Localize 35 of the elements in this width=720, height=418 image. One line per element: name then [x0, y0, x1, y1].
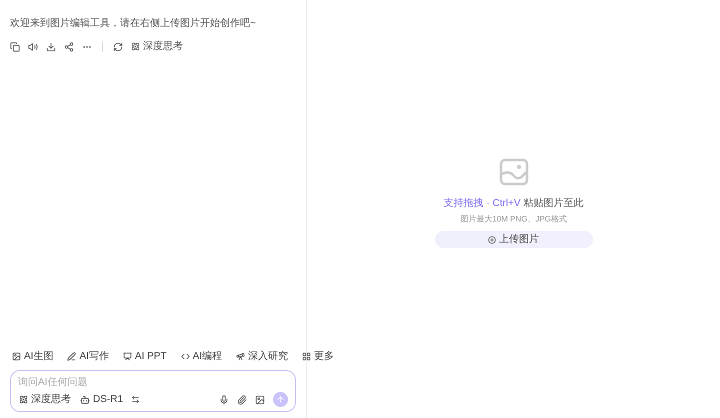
speaker-icon[interactable]	[28, 42, 38, 52]
model-selector[interactable]: DS-R1	[80, 392, 124, 407]
attach-icon[interactable]	[237, 394, 247, 404]
tool-button[interactable]: AI编程	[180, 349, 222, 364]
image-tool-icon	[12, 352, 21, 361]
research-tool-icon	[236, 352, 246, 361]
tool-button[interactable]: 更多	[302, 349, 334, 364]
tool-button[interactable]: AI写作	[67, 349, 109, 364]
microphone-icon[interactable]	[219, 394, 229, 404]
tool-button[interactable]: 深入研究	[236, 349, 288, 364]
share-icon[interactable]	[64, 42, 74, 52]
arrow-up-icon	[276, 395, 285, 404]
deep-think-button[interactable]: 深度思考	[131, 39, 183, 54]
code-tool-icon	[180, 352, 190, 361]
write-tool-icon	[67, 352, 76, 361]
deep-think-toggle[interactable]: 深度思考	[18, 392, 72, 407]
download-icon[interactable]	[46, 42, 56, 52]
tool-button[interactable]: AI PPT	[122, 349, 167, 364]
welcome-message: 欢迎来到图片编辑工具，请在右侧上传图片开始创作吧~	[10, 16, 257, 31]
atom-icon	[131, 42, 140, 51]
more-tool-icon	[302, 352, 312, 361]
copy-icon[interactable]	[10, 42, 20, 52]
upload-limits: 图片最大10M PNG、JPG格式	[460, 214, 567, 226]
ppt-tool-icon	[122, 352, 132, 361]
switch-icon[interactable]	[131, 395, 140, 404]
upload-hint: 支持拖拽 · Ctrl+V 粘贴图片至此	[444, 196, 584, 211]
question-input-field[interactable]: 询问AI任何问题 深度思考 DS-R1	[10, 370, 296, 412]
image-icon[interactable]	[255, 394, 265, 404]
refresh-icon[interactable]	[113, 42, 123, 52]
robot-icon	[80, 394, 90, 404]
plus-circle-icon	[488, 236, 496, 244]
image-placeholder-icon	[498, 158, 528, 186]
atom-icon	[19, 395, 28, 404]
upload-button[interactable]: 上传图片	[434, 231, 592, 248]
tool-button[interactable]: AI生图	[12, 349, 54, 364]
